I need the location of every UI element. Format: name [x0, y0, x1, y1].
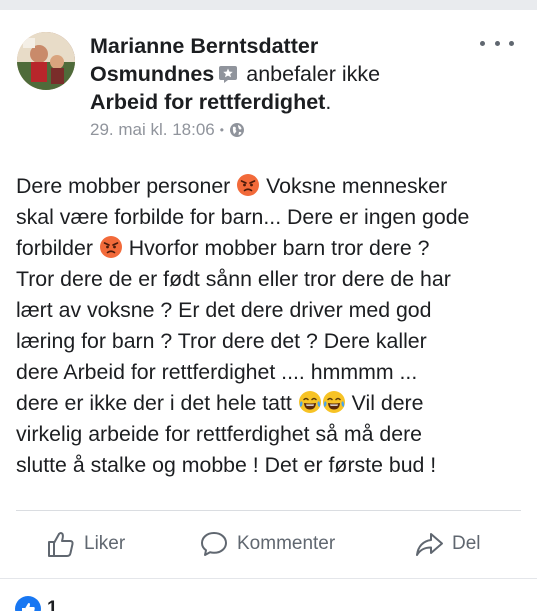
- share-label: Del: [452, 533, 481, 554]
- more-dot: [509, 40, 514, 46]
- post-body: Dere mobber personer Voksne mennesker ska…: [16, 171, 522, 481]
- like-label: Liker: [84, 533, 126, 554]
- page-name-link[interactable]: Arbeid for rettferdighet: [90, 90, 325, 114]
- crying-laughing-icon: [298, 390, 322, 414]
- post-text-segment: virkelig arbeide for rettferdighet så må…: [16, 422, 423, 446]
- angry-face-icon: [236, 173, 260, 197]
- comment-button[interactable]: Kommenter: [199, 523, 335, 565]
- post-text-segment: forbilder: [16, 236, 99, 260]
- reactions-bar: 1: [0, 578, 537, 611]
- top-strip: [0, 0, 537, 10]
- avatar-image: [17, 32, 75, 90]
- author-name-line2[interactable]: Osmundnes: [90, 62, 214, 86]
- post-header: Marianne Berntsdatter Osmundnes anbefaler…: [90, 32, 470, 116]
- more-options-button[interactable]: [480, 36, 514, 50]
- comment-label: Kommenter: [237, 533, 336, 554]
- post-body-line: Tror dere de er født sånn eller tror der…: [16, 264, 522, 295]
- post-text-segment: slutte å stalke og mobbe ! Det er første…: [16, 453, 437, 477]
- post-text-segment: dere er ikke der i det hele tatt: [16, 391, 298, 415]
- post-body-line: Dere mobber personer Voksne mennesker: [16, 171, 522, 202]
- recommendation-badge-icon: [218, 65, 238, 83]
- divider: [16, 510, 521, 511]
- post-body-line: lært av voksne ? Er det dere driver med …: [16, 295, 522, 326]
- post-text-segment: læring for barn ? Tror dere det ? Dere k…: [16, 329, 427, 353]
- post-text-segment: dere Arbeid for rettferdighet .... hmmmm…: [16, 360, 418, 384]
- author-name-line1[interactable]: Marianne Berntsdatter: [90, 34, 318, 58]
- post-body-line: læring for barn ? Tror dere det ? Dere k…: [16, 326, 522, 357]
- globe-icon[interactable]: [229, 122, 245, 138]
- post-body-line: dere er ikke der i det hele tatt Vil der…: [16, 388, 522, 419]
- crying-laughing-icon: [322, 390, 346, 414]
- post-body-line: dere Arbeid for rettferdighet .... hmmmm…: [16, 357, 522, 388]
- timestamp-link[interactable]: 29. mai kl. 18:06: [90, 119, 215, 141]
- like-reaction-icon[interactable]: [15, 596, 41, 611]
- more-dot: [480, 40, 485, 46]
- speech-bubble-icon: [199, 529, 229, 559]
- page-name-period: .: [325, 90, 332, 114]
- post-body-line: skal være forbilde for barn... Dere er i…: [16, 202, 522, 233]
- recommendation-verb: anbefaler ikke: [246, 62, 381, 86]
- post-text-segment: Dere mobber personer: [16, 174, 237, 198]
- post-text-segment: Voksne mennesker: [260, 174, 448, 198]
- post-card: Marianne Berntsdatter Osmundnes anbefaler…: [0, 10, 537, 578]
- like-button[interactable]: Liker: [46, 523, 125, 565]
- screen: Marianne Berntsdatter Osmundnes anbefaler…: [0, 0, 537, 611]
- post-meta: 29. mai kl. 18:06 •: [90, 119, 245, 141]
- share-button[interactable]: Del: [414, 523, 481, 565]
- post-text-segment: lært av voksne ? Er det dere driver med …: [16, 298, 432, 322]
- post-text-segment: Vil dere: [345, 391, 424, 415]
- post-body-line: virkelig arbeide for rettferdighet så må…: [16, 419, 522, 450]
- post-text-segment: skal være forbilde for barn... Dere er i…: [16, 205, 470, 229]
- post-body-line: slutte å stalke og mobbe ! Det er første…: [16, 450, 522, 481]
- meta-separator: •: [219, 123, 224, 137]
- post-text-segment: Hvorfor mobber barn tror dere ?: [122, 236, 430, 260]
- angry-face-icon: [99, 235, 123, 259]
- post-body-line: forbilder Hvorfor mobber barn tror dere …: [16, 233, 522, 264]
- more-dot: [494, 40, 500, 46]
- reaction-count[interactable]: 1: [47, 598, 58, 611]
- action-bar: Liker Kommenter Del: [0, 523, 537, 565]
- avatar[interactable]: [17, 32, 75, 90]
- post-text-segment: Tror dere de er født sånn eller tror der…: [16, 267, 451, 291]
- thumbs-up-icon: [46, 529, 76, 559]
- share-arrow-icon: [414, 529, 444, 559]
